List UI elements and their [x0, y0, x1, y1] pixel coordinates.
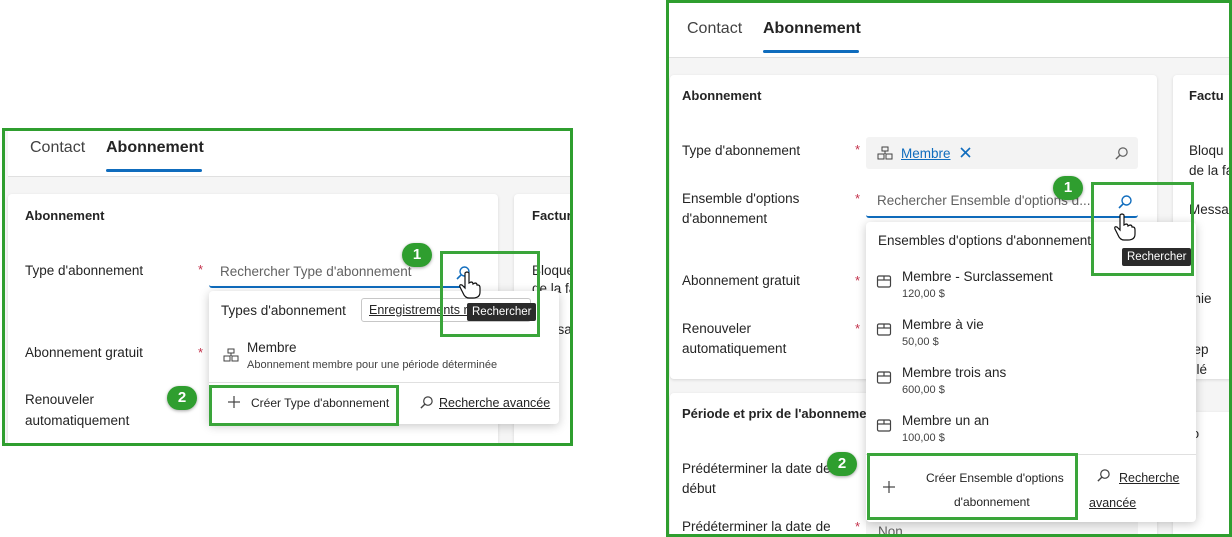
lookup-result-item[interactable]: Membre trois ans 600,00 $: [866, 358, 1196, 406]
create-label: Créer Type d'abonnement: [251, 396, 390, 410]
flyout-divider: [866, 454, 1196, 455]
type-abonnement-lookup[interactable]: Membre: [866, 137, 1138, 169]
advanced-search-button[interactable]: Recherche avancée: [413, 387, 553, 419]
type-abonnement-label: Type d'abonnement: [25, 263, 144, 278]
lookup-result-item[interactable]: Membre Abonnement membre pour une périod…: [209, 333, 559, 381]
left-screenshot: Contact Abonnement Abonnement Type d'abo…: [2, 128, 573, 446]
required-marker: *: [855, 321, 861, 336]
create-type-abonnement-button[interactable]: Créer Type d'abonnement: [215, 387, 395, 419]
tab-abonnement[interactable]: Abonnement: [106, 139, 204, 157]
create-ensemble-options-button[interactable]: Créer Ensemble d'options d'abonnement: [870, 458, 1076, 514]
facturation-title: Factur: [532, 208, 572, 223]
record-type-icon: [877, 146, 893, 160]
right-screenshot: Contact Abonnement Abonnement Type d'abo…: [666, 0, 1232, 537]
item-subtitle: 50,00 $: [902, 336, 939, 348]
facturation-text: Messa: [1189, 202, 1229, 217]
selected-record-link[interactable]: Membre: [901, 146, 951, 161]
package-icon: [876, 369, 892, 385]
required-marker: *: [198, 262, 204, 277]
required-marker: *: [198, 345, 204, 360]
item-title: Membre à vie: [902, 317, 984, 332]
ensemble-options-label-line2: d'abonnement: [682, 211, 768, 226]
advanced-search-button[interactable]: Recherche avancée: [1088, 462, 1192, 512]
lookup-result-item[interactable]: Membre - Surclassement 120,00 $: [866, 262, 1196, 310]
ensemble-options-search-input[interactable]: Rechercher Ensemble d'options d...: [866, 187, 1138, 218]
advanced-search-label: Recherche avancée: [439, 396, 551, 410]
callout-badge-1: 1: [1053, 176, 1083, 200]
plus-icon: [882, 480, 896, 494]
item-subtitle: 100,00 $: [902, 432, 945, 444]
tab-active-indicator: [763, 50, 859, 53]
record-type-icon: [223, 348, 239, 362]
type-abonnement-search-input[interactable]: Rechercher Type d'abonnement: [209, 258, 479, 288]
tab-contact[interactable]: Contact: [30, 139, 85, 157]
ensemble-options-label-line1: Ensemble d'options: [682, 191, 800, 206]
search-icon[interactable]: [1114, 146, 1129, 161]
item-title: Membre trois ans: [902, 365, 1007, 380]
item-title: Membre un an: [902, 413, 990, 428]
advanced-search-label-line1: Recherche: [1119, 471, 1180, 485]
renouveler-label-line1: Renouveler: [682, 321, 752, 336]
search-tooltip: Rechercher: [467, 303, 537, 321]
renouveler-label-line2: automatiquement: [682, 341, 787, 356]
recent-records-label: Enregistrements ré: [369, 303, 475, 317]
hand-cursor-icon: [1112, 213, 1136, 241]
left-tab-bar: Contact Abonnement: [8, 128, 573, 177]
search-icon[interactable]: [1117, 194, 1133, 210]
create-label-line1: Créer Ensemble d'options: [926, 471, 1064, 485]
tab-contact[interactable]: Contact: [687, 20, 742, 38]
callout-badge-2: 2: [827, 452, 857, 476]
section-title: Abonnement: [682, 88, 762, 103]
lookup-result-item[interactable]: Membre à vie 50,00 $: [866, 310, 1196, 358]
predeterminer-debut-label-line2: début: [682, 481, 716, 496]
lookup-flyout: Ensembles d'options d'abonnement Membre …: [866, 222, 1196, 522]
predeterminer-label: Prédéterminer la date de: [682, 519, 831, 534]
callout-badge-2: 2: [167, 386, 197, 410]
periode-section-title: Période et prix de l'abonneme: [682, 406, 867, 421]
tab-active-indicator: [106, 169, 202, 172]
item-subtitle: 600,00 $: [902, 384, 945, 396]
flyout-divider: [209, 382, 559, 383]
package-icon: [876, 273, 892, 289]
select-value: Non: [878, 524, 903, 537]
required-marker: *: [855, 273, 861, 288]
required-marker: *: [855, 191, 861, 206]
facturation-text: Bloque: [532, 263, 573, 278]
flyout-header: Types d'abonnement: [221, 303, 346, 318]
item-title: Membre: [247, 340, 297, 355]
section-title: Abonnement: [25, 208, 105, 223]
predeterminer-debut-label-line1: Prédéterminer la date de: [682, 461, 831, 476]
search-icon: [419, 395, 434, 410]
type-abonnement-label: Type d'abonnement: [682, 143, 801, 158]
search-icon: [1096, 468, 1111, 483]
facturation-text: Bloqu: [1189, 143, 1224, 158]
lookup-result-item[interactable]: Membre un an 100,00 $: [866, 406, 1196, 454]
flyout-header: Ensembles d'options d'abonnement: [878, 233, 1092, 248]
package-icon: [876, 321, 892, 337]
item-title: Membre - Surclassement: [902, 269, 1053, 284]
hand-cursor-icon: [457, 271, 481, 299]
remove-selection-icon[interactable]: [960, 147, 971, 158]
package-icon: [876, 417, 892, 433]
right-tab-bar: Contact Abonnement: [666, 0, 1232, 58]
renouveler-label-line2: automatiquement: [25, 413, 130, 428]
facturation-text: de la fa: [1189, 163, 1232, 178]
facturation-title: Factu: [1189, 88, 1224, 103]
abonnement-gratuit-label: Abonnement gratuit: [25, 345, 143, 360]
search-placeholder: Rechercher Type d'abonnement: [220, 264, 412, 279]
item-subtitle: Abonnement membre pour une période déter…: [247, 359, 498, 371]
callout-badge-1: 1: [402, 243, 432, 267]
create-label-line2: d'abonnement: [954, 495, 1030, 509]
abonnement-gratuit-label: Abonnement gratuit: [682, 273, 800, 288]
required-marker: *: [855, 519, 861, 534]
tab-abonnement[interactable]: Abonnement: [763, 20, 861, 38]
search-tooltip: Rechercher: [1122, 248, 1192, 266]
advanced-search-label-line2: avancée: [1089, 496, 1137, 510]
renouveler-label-line1: Renouveler: [25, 392, 95, 407]
required-marker: *: [855, 142, 861, 157]
plus-icon: [227, 395, 241, 409]
item-subtitle: 120,00 $: [902, 288, 945, 300]
